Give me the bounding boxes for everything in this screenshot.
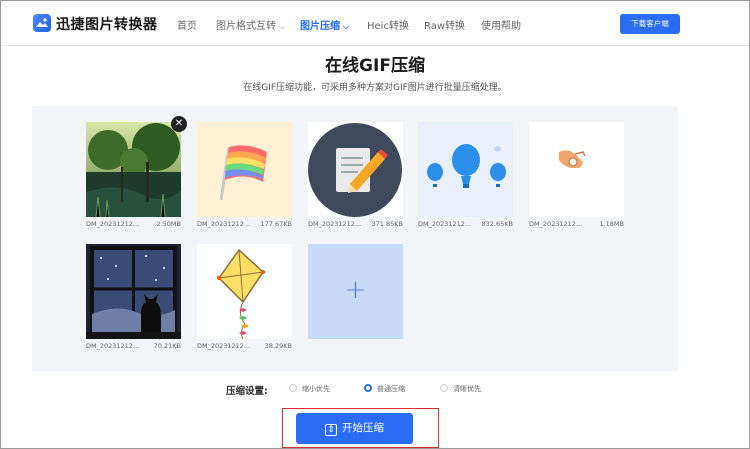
file-card[interactable]: ❄ DM_20231212... 832.65KB [418,122,513,228]
file-size: 832.65KB [481,220,513,228]
radio-clarity-priority[interactable]: 清晰优先 [440,384,481,394]
file-name: DM_20231212... [197,220,251,228]
file-name: DM_20231212... [197,342,251,350]
file-card[interactable]: DM_20231212... 38.29KB [197,244,292,350]
radio-dot [440,384,448,392]
svg-text:❄: ❄ [494,145,502,155]
nav-item-home[interactable]: 首页 [177,17,197,32]
file-size: 38.29KB [264,342,292,350]
file-size: 1.18MB [599,220,624,228]
hot-air-balloons-image: ❄ [418,122,513,217]
nav-item-image-compress[interactable]: 图片压缩 ⌵ [300,17,349,32]
top-header: 迅捷图片转换器 首页 图片格式互转 ⌵ 图片压缩 ⌵ Heic转换 Raw转换 使用… [1,1,749,46]
radio-normal-compress[interactable]: 普通压缩 [364,384,405,394]
nav-item-heic-convert[interactable]: Heic转换 [367,17,409,32]
settings-label: 压缩设置: [226,386,268,397]
kite-image [197,244,292,339]
radio-dot [289,384,297,392]
compress-icon: ⇕ [325,424,337,436]
add-file-button[interactable]: + [308,244,403,339]
file-name: DM_20231212... [529,220,583,228]
file-card[interactable]: DM_20231212... 2.50MB [86,122,181,228]
close-icon[interactable]: ✕ [171,116,187,132]
file-name: DM_20231212... [86,220,140,228]
cat-window-image [86,244,181,339]
rainbow-flag-image [197,122,292,217]
notepad-pencil-image [308,122,403,217]
file-name: DM_20231212... [308,220,362,228]
forest-image [86,122,181,217]
radio-dot [364,384,372,392]
nav-item-format-convert[interactable]: 图片格式互转 ⌵ [216,17,285,32]
file-size: 2.50MB [156,220,181,228]
app-logo-icon[interactable] [33,14,51,32]
file-size: 177.67KB [260,220,292,228]
brand-name[interactable]: 迅捷图片转换器 [56,14,158,34]
file-size: 371.85KB [371,220,403,228]
file-size: 70.21KB [153,342,181,350]
chevron-down-icon: ⌵ [343,22,350,31]
page-subtitle: 在线GIF压缩功能，可采用多种方案对GIF图片进行批量压缩处理。 [243,83,507,93]
file-card[interactable]: DM_20231212... 1.18MB [529,122,624,228]
file-card[interactable]: DM_20231212... 177.67KB [197,122,292,228]
file-card[interactable]: DM_20231212... 70.21KB [86,244,181,350]
download-client-button[interactable]: 下载客户端 [620,14,680,34]
file-name: DM_20231212... [86,342,140,350]
nav-item-help[interactable]: 使用帮助 [481,17,521,32]
start-compress-button[interactable]: ⇕ 开始压缩 [296,413,413,444]
file-name: DM_20231212... [418,220,472,228]
hand-gesture-image [529,122,624,217]
radio-size-priority[interactable]: 缩小优先 [289,384,330,394]
nav-item-raw-convert[interactable]: Raw转换 [424,17,465,32]
compression-settings: 压缩设置: 缩小优先 普通压缩 清晰优先 [0,383,750,397]
plus-icon: + [344,275,367,305]
page-title: 在线GIF压缩 [325,56,425,76]
file-card[interactable]: DM_20231212... 371.85KB [308,122,403,228]
chevron-down-icon: ⌵ [279,22,286,31]
